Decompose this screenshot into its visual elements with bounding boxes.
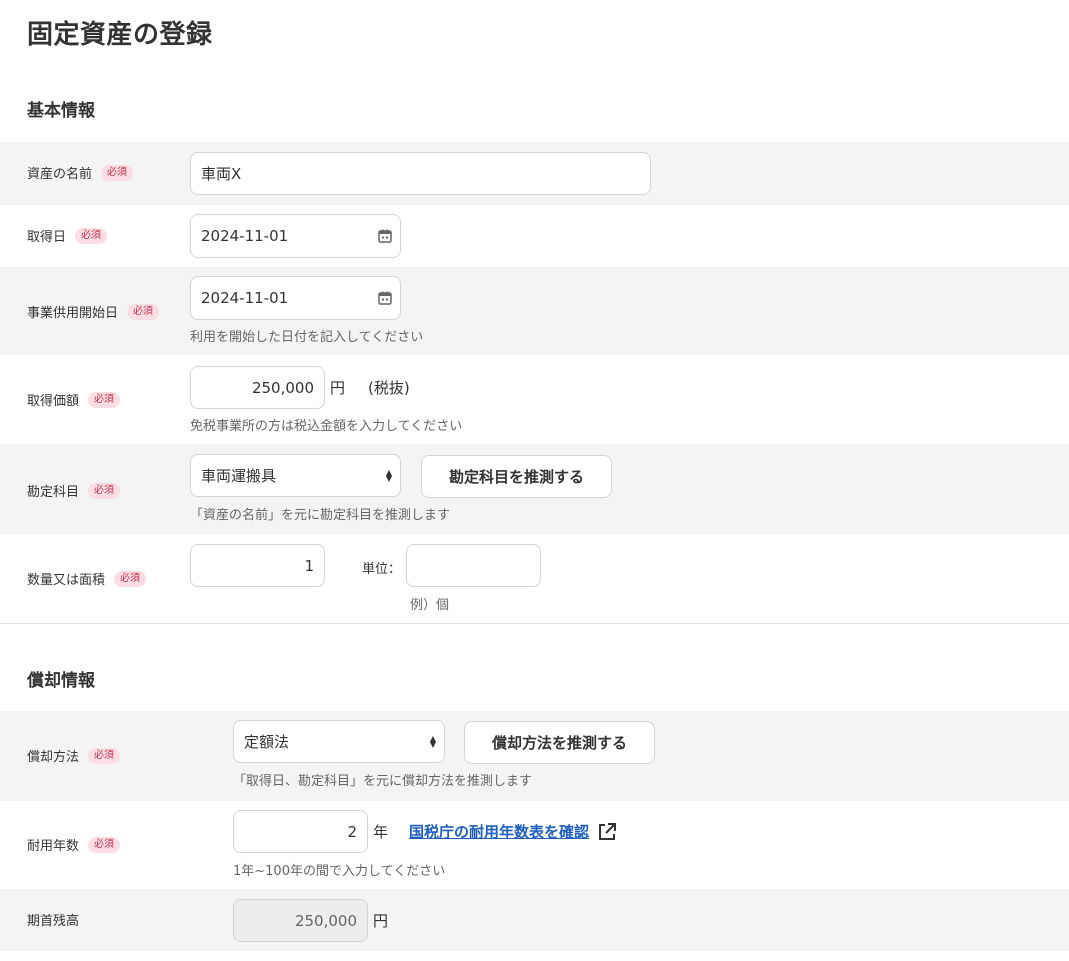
quantity-label: 数量又は面積 <box>27 573 106 588</box>
row-useful-life: 耐用年数 必須 2 年 国税庁の耐用年数表を確認 1年~100年の間で入力してく… <box>0 801 1069 889</box>
select-arrows-icon: ▲ ▼ <box>385 467 392 483</box>
depreciation-method-hint: 「取得日、勘定科目」を元に償却方法を推測します <box>233 774 533 789</box>
page-title: 固定資産の登録 <box>27 20 213 50</box>
guess-depreciation-button[interactable]: 償却方法を推測する <box>464 721 655 764</box>
label-group: 勘定科目 必須 <box>27 481 121 500</box>
required-badge: 必須 <box>101 164 134 181</box>
unit-input[interactable] <box>406 544 541 587</box>
required-badge: 必須 <box>75 227 108 244</box>
acquisition-price-hint: 免税事業所の方は税込金額を入力してください <box>190 419 463 434</box>
useful-life-table-link[interactable]: 国税庁の耐用年数表を確認 <box>409 821 617 842</box>
section-title-depreciation: 償却情報 <box>27 671 95 691</box>
section-title-basic: 基本情報 <box>27 101 95 121</box>
account-select[interactable]: 車両運搬具 ▲ ▼ <box>190 454 401 497</box>
label-group: 事業供用開始日 必須 <box>27 302 160 321</box>
yen-unit: 円 <box>330 379 346 397</box>
quantity-input[interactable]: 1 <box>190 544 325 587</box>
row-opening-balance: 期首残高 250,000 円 <box>0 889 1069 951</box>
label-group: 期首残高 <box>27 910 79 929</box>
useful-life-label: 耐用年数 <box>27 839 80 854</box>
calendar-icon[interactable] <box>377 290 393 306</box>
opening-balance-label: 期首残高 <box>27 914 80 929</box>
account-hint: 「資産の名前」を元に勘定科目を推測します <box>190 508 451 523</box>
service-start-date-label: 事業供用開始日 <box>27 306 119 321</box>
required-badge: 必須 <box>88 836 121 853</box>
tax-excluded-note: (税抜) <box>368 379 410 397</box>
quantity-value: 1 <box>304 556 314 575</box>
account-label: 勘定科目 <box>27 485 80 500</box>
row-acquisition-price: 取得価額 必須 250,000 円 (税抜) 免税事業所の方は税込金額を入力して… <box>0 355 1069 444</box>
year-unit: 年 <box>373 823 389 841</box>
yen-unit: 円 <box>373 912 389 930</box>
row-account: 勘定科目 必須 車両運搬具 ▲ ▼ 勘定科目を推測する 「資産の名前」を元に勘定科… <box>0 444 1069 534</box>
asset-name-value: 車両X <box>201 165 242 183</box>
acquisition-price-value: 250,000 <box>251 378 314 397</box>
guess-account-button[interactable]: 勘定科目を推測する <box>421 455 612 498</box>
row-acquisition-date: 取得日 必須 2024-11-01 <box>0 205 1069 267</box>
label-group: 償却方法 必須 <box>27 746 121 765</box>
depreciation-method-select[interactable]: 定額法 ▲ ▼ <box>233 720 445 763</box>
required-badge: 必須 <box>88 747 121 764</box>
calendar-icon[interactable] <box>377 228 393 244</box>
depreciation-method-label: 償却方法 <box>27 750 80 765</box>
opening-balance-value: 250,000 <box>294 911 357 930</box>
account-value: 車両運搬具 <box>201 467 277 485</box>
asset-name-label: 資産の名前 <box>27 167 93 182</box>
label-group: 資産の名前 必須 <box>27 163 134 182</box>
required-badge: 必須 <box>127 303 160 320</box>
required-badge: 必須 <box>88 482 121 499</box>
row-depreciation-method: 償却方法 必須 定額法 ▲ ▼ 償却方法を推測する 「取得日、勘定科目」を元に償却… <box>0 711 1069 801</box>
row-service-start-date: 事業供用開始日 必須 2024-11-01 利用を開始した日付を記入してください <box>0 267 1069 355</box>
unit-hint: 例）個 <box>410 598 450 613</box>
section-divider <box>0 623 1069 624</box>
service-start-date-value: 2024-11-01 <box>201 289 289 307</box>
acquisition-date-label: 取得日 <box>27 230 67 245</box>
acquisition-date-value: 2024-11-01 <box>201 227 289 245</box>
useful-life-input[interactable]: 2 <box>233 810 368 853</box>
row-asset-name: 資産の名前 必須 車両X <box>0 142 1069 205</box>
asset-name-input[interactable]: 車両X <box>190 152 651 195</box>
required-badge: 必須 <box>114 570 147 587</box>
required-badge: 必須 <box>88 391 121 408</box>
label-group: 数量又は面積 必須 <box>27 569 147 588</box>
row-quantity: 数量又は面積 必須 1 単位： 例）個 <box>0 534 1069 623</box>
useful-life-table-link-label: 国税庁の耐用年数表を確認 <box>409 823 590 841</box>
acquisition-date-input[interactable]: 2024-11-01 <box>190 214 401 258</box>
acquisition-price-input[interactable]: 250,000 <box>190 366 325 409</box>
service-start-date-hint: 利用を開始した日付を記入してください <box>190 330 424 345</box>
unit-label: 単位： <box>362 562 402 577</box>
opening-balance-input: 250,000 <box>233 899 368 942</box>
select-arrows-icon: ▲ ▼ <box>429 733 436 749</box>
service-start-date-input[interactable]: 2024-11-01 <box>190 276 401 320</box>
useful-life-value: 2 <box>347 822 357 841</box>
useful-life-hint: 1年~100年の間で入力してください <box>233 864 446 879</box>
label-group: 耐用年数 必須 <box>27 835 121 854</box>
label-group: 取得価額 必須 <box>27 390 121 409</box>
acquisition-price-label: 取得価額 <box>27 394 80 409</box>
external-link-icon <box>599 822 617 840</box>
depreciation-method-value: 定額法 <box>244 733 290 751</box>
label-group: 取得日 必須 <box>27 226 108 245</box>
